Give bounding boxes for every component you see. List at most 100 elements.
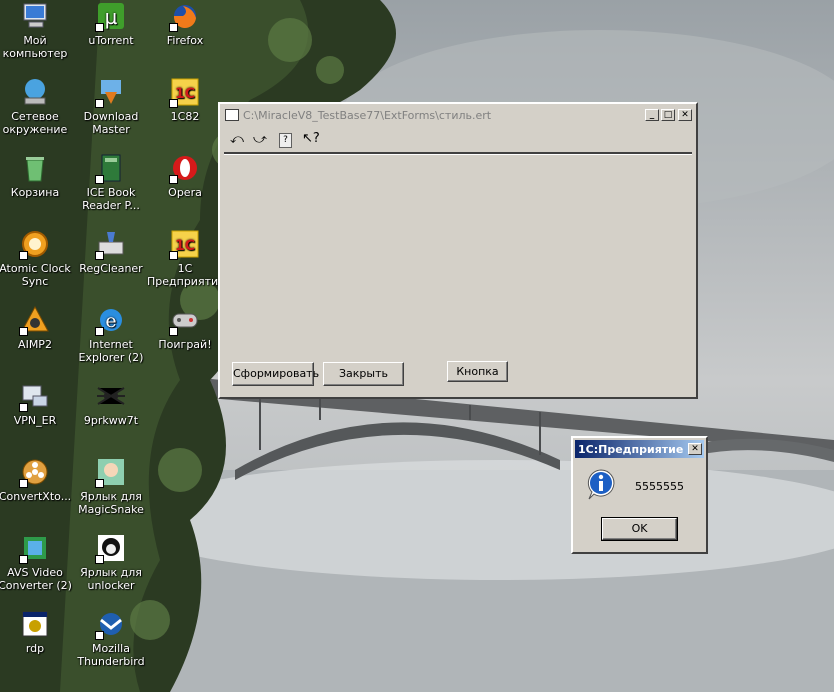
shortcut-arrow-icon <box>169 251 178 260</box>
close-window-button[interactable]: ✕ <box>678 109 692 121</box>
shortcut-arrow-icon <box>95 175 104 184</box>
desktop-icon[interactable]: Ярлык для MagicSnake <box>73 456 149 516</box>
ie-icon: e <box>95 304 127 336</box>
network-icon <box>19 76 51 108</box>
shortcut-arrow-icon <box>95 327 104 336</box>
desktop-icon-label: Download Master <box>83 110 139 136</box>
desktop-icon-label: Atomic Clock Sync <box>0 262 71 288</box>
shortcut-arrow-icon <box>19 251 28 260</box>
ok-button[interactable]: OK <box>601 517 678 541</box>
desktop-icon[interactable]: Firefox <box>147 0 223 47</box>
desktop-icon-label: Корзина <box>10 186 60 199</box>
desktop-icon[interactable]: Mozilla Thunderbird <box>73 608 149 668</box>
shortcut-arrow-icon <box>95 99 104 108</box>
desktop-icon[interactable]: Atomic Clock Sync <box>0 228 73 288</box>
desktop-icon-label: Сетевое окружение <box>2 110 68 136</box>
info-icon <box>587 469 615 500</box>
message-box-titlebar[interactable]: 1С:Предприятие ✕ <box>575 440 704 458</box>
desktop-icon-label: AIMP2 <box>18 338 52 351</box>
1c-icon: 1C <box>169 76 201 108</box>
desktop-icon[interactable]: ConvertXto... <box>0 456 73 503</box>
desktop-icon[interactable]: e Internet Explorer (2) <box>73 304 149 364</box>
desktop-icon[interactable]: µ uTorrent <box>73 0 149 47</box>
desktop-icon[interactable]: RegCleaner <box>73 228 149 275</box>
form-window-title: C:\MiracleV8_TestBase77\ExtForms\стиль.e… <box>243 108 492 122</box>
desktop-icon-label: Internet Explorer (2) <box>78 338 144 364</box>
shortcut-arrow-icon <box>95 23 104 32</box>
desktop-icon-label: Mozilla Thunderbird <box>77 642 145 668</box>
desktop-icon-label: Мой компьютер <box>2 34 68 60</box>
shortcut-arrow-icon <box>169 175 178 184</box>
desktop-icon[interactable]: 9prkww7t <box>73 380 149 427</box>
utorrent-icon: µ <box>95 0 127 32</box>
desktop-icon[interactable]: ICE Book Reader P... <box>73 152 149 212</box>
maximize-button[interactable]: □ <box>661 109 675 121</box>
toolbar-undo-icon[interactable]: ⤺ <box>230 132 244 147</box>
desktop-icon-label: rdp <box>25 642 45 655</box>
desktop-icon-label: uTorrent <box>88 34 134 47</box>
desktop-icon-label: RegCleaner <box>79 262 143 275</box>
shortcut-arrow-icon <box>19 555 28 564</box>
shortcut-arrow-icon <box>95 479 104 488</box>
shortcut-arrow-icon <box>95 555 104 564</box>
firefox-icon <box>169 0 201 32</box>
my-computer-icon <box>19 0 51 32</box>
desktop-icon[interactable]: Поиграй! <box>147 304 223 351</box>
desktop-icon[interactable]: Download Master <box>73 76 149 136</box>
form-generate-button[interactable]: Сформировать <box>232 362 319 386</box>
desktop-icon[interactable]: Мой компьютер <box>0 0 73 60</box>
svg-text:e: e <box>105 310 116 332</box>
svg-text:µ: µ <box>105 5 118 29</box>
form-close-button[interactable]: Закрыть <box>323 362 404 386</box>
toolbar-properties-icon[interactable]: ? <box>279 133 292 148</box>
form-window[interactable]: C:\MiracleV8_TestBase77\ExtForms\стиль.e… <box>218 102 698 399</box>
desktop-icon[interactable]: 1C 1С82 <box>147 76 223 123</box>
desktop-icon-label: Opera <box>168 186 202 199</box>
desktop-icon-label: ConvertXto... <box>0 490 72 503</box>
desktop-icon-label: Ярлык для unlocker <box>80 566 142 592</box>
message-box-close-button[interactable]: ✕ <box>688 443 702 455</box>
thunderbird-icon <box>95 608 127 640</box>
vpn-icon <box>19 380 51 412</box>
anime-icon <box>95 456 127 488</box>
desktop-icon[interactable]: Opera <box>147 152 223 199</box>
clock-icon <box>19 228 51 260</box>
message-text: 5555555 <box>635 480 684 493</box>
toolbar-redo-icon[interactable]: ⤻ <box>253 132 267 147</box>
minimize-button[interactable]: _ <box>645 109 659 121</box>
opera-icon <box>169 152 201 184</box>
knopka-button[interactable]: Кнопка <box>447 361 508 382</box>
form-window-titlebar[interactable]: C:\MiracleV8_TestBase77\ExtForms\стиль.e… <box>222 106 694 124</box>
desktop-icon-label: Firefox <box>166 34 204 47</box>
desktop-icon-label: Поиграй! <box>158 338 212 351</box>
desktop-icon-label: AVS Video Converter (2) <box>0 566 72 592</box>
message-box[interactable]: 1С:Предприятие ✕ 5555555 OK <box>571 436 708 554</box>
desktop-icon-label: ICE Book Reader P... <box>82 186 140 212</box>
shortcut-arrow-icon <box>169 23 178 32</box>
desktop-icon[interactable]: AVS Video Converter (2) <box>0 532 73 592</box>
desktop-icon[interactable]: 1C 1С Предприятие <box>147 228 225 288</box>
desktop-icon-label: 1С Предприятие <box>147 262 225 288</box>
shortcut-arrow-icon <box>95 631 104 640</box>
desktop-icon[interactable]: Ярлык для unlocker <box>73 532 149 592</box>
desktop-icon[interactable]: Сетевое окружение <box>0 76 73 136</box>
toolbar-context-help-icon[interactable]: ↖? <box>302 131 320 146</box>
1c-icon: 1C <box>169 228 201 260</box>
film-reel-icon <box>19 456 51 488</box>
desktop-icon-label: 1С82 <box>170 110 200 123</box>
desktop-icon[interactable]: Корзина <box>0 152 73 199</box>
shortcut-arrow-icon <box>95 251 104 260</box>
desktop-icon[interactable]: AIMP2 <box>0 304 73 351</box>
shortcut-arrow-icon <box>169 99 178 108</box>
desktop-icon[interactable]: VPN_ER <box>0 380 73 427</box>
form-toolbar: ⤺ ⤻ ? ↖? <box>224 128 692 154</box>
shortcut-arrow-icon <box>169 327 178 336</box>
shortcut-arrow-icon <box>19 327 28 336</box>
shortcut-arrow-icon <box>19 403 28 412</box>
desktop-icon[interactable]: rdp <box>0 608 73 655</box>
desktop-icon-label: VPN_ER <box>13 414 57 427</box>
download-icon <box>95 76 127 108</box>
form-window-app-icon <box>225 109 239 121</box>
spider-icon <box>95 380 127 412</box>
recycle-bin-icon <box>19 152 51 184</box>
